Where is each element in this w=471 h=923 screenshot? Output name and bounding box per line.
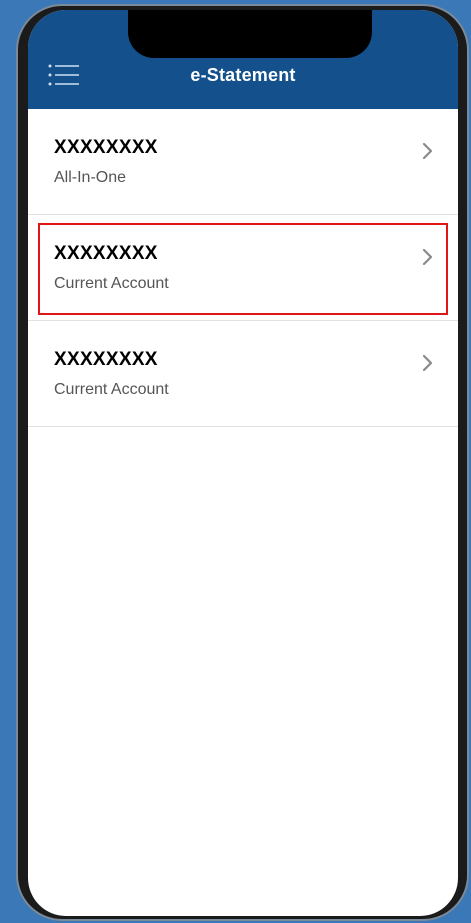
- phone-screen: e-Statement XXXXXXXX All-In-One XXXXXXXX…: [28, 10, 458, 916]
- account-list-item[interactable]: XXXXXXXX All-In-One: [28, 109, 458, 215]
- account-number: XXXXXXXX: [54, 349, 158, 370]
- app-header: e-Statement: [28, 10, 458, 109]
- account-list-item[interactable]: XXXXXXXX Current Account: [28, 321, 458, 427]
- account-type: All-In-One: [54, 169, 127, 186]
- chevron-right-icon: [422, 354, 433, 372]
- account-type: Current Account: [54, 381, 169, 398]
- device-notch: [128, 10, 372, 58]
- account-number: XXXXXXXX: [54, 137, 158, 158]
- phone-frame: e-Statement XXXXXXXX All-In-One XXXXXXXX…: [16, 4, 469, 921]
- account-list: XXXXXXXX All-In-One XXXXXXXX Current Acc…: [28, 109, 458, 427]
- highlight-box: [38, 223, 448, 315]
- account-number: XXXXXXXX: [54, 243, 158, 264]
- account-type: Current Account: [54, 275, 169, 292]
- account-list-item[interactable]: XXXXXXXX Current Account: [28, 215, 458, 321]
- chevron-right-icon: [422, 142, 433, 160]
- chevron-right-icon: [422, 248, 433, 266]
- page-title: e-Statement: [190, 65, 296, 85]
